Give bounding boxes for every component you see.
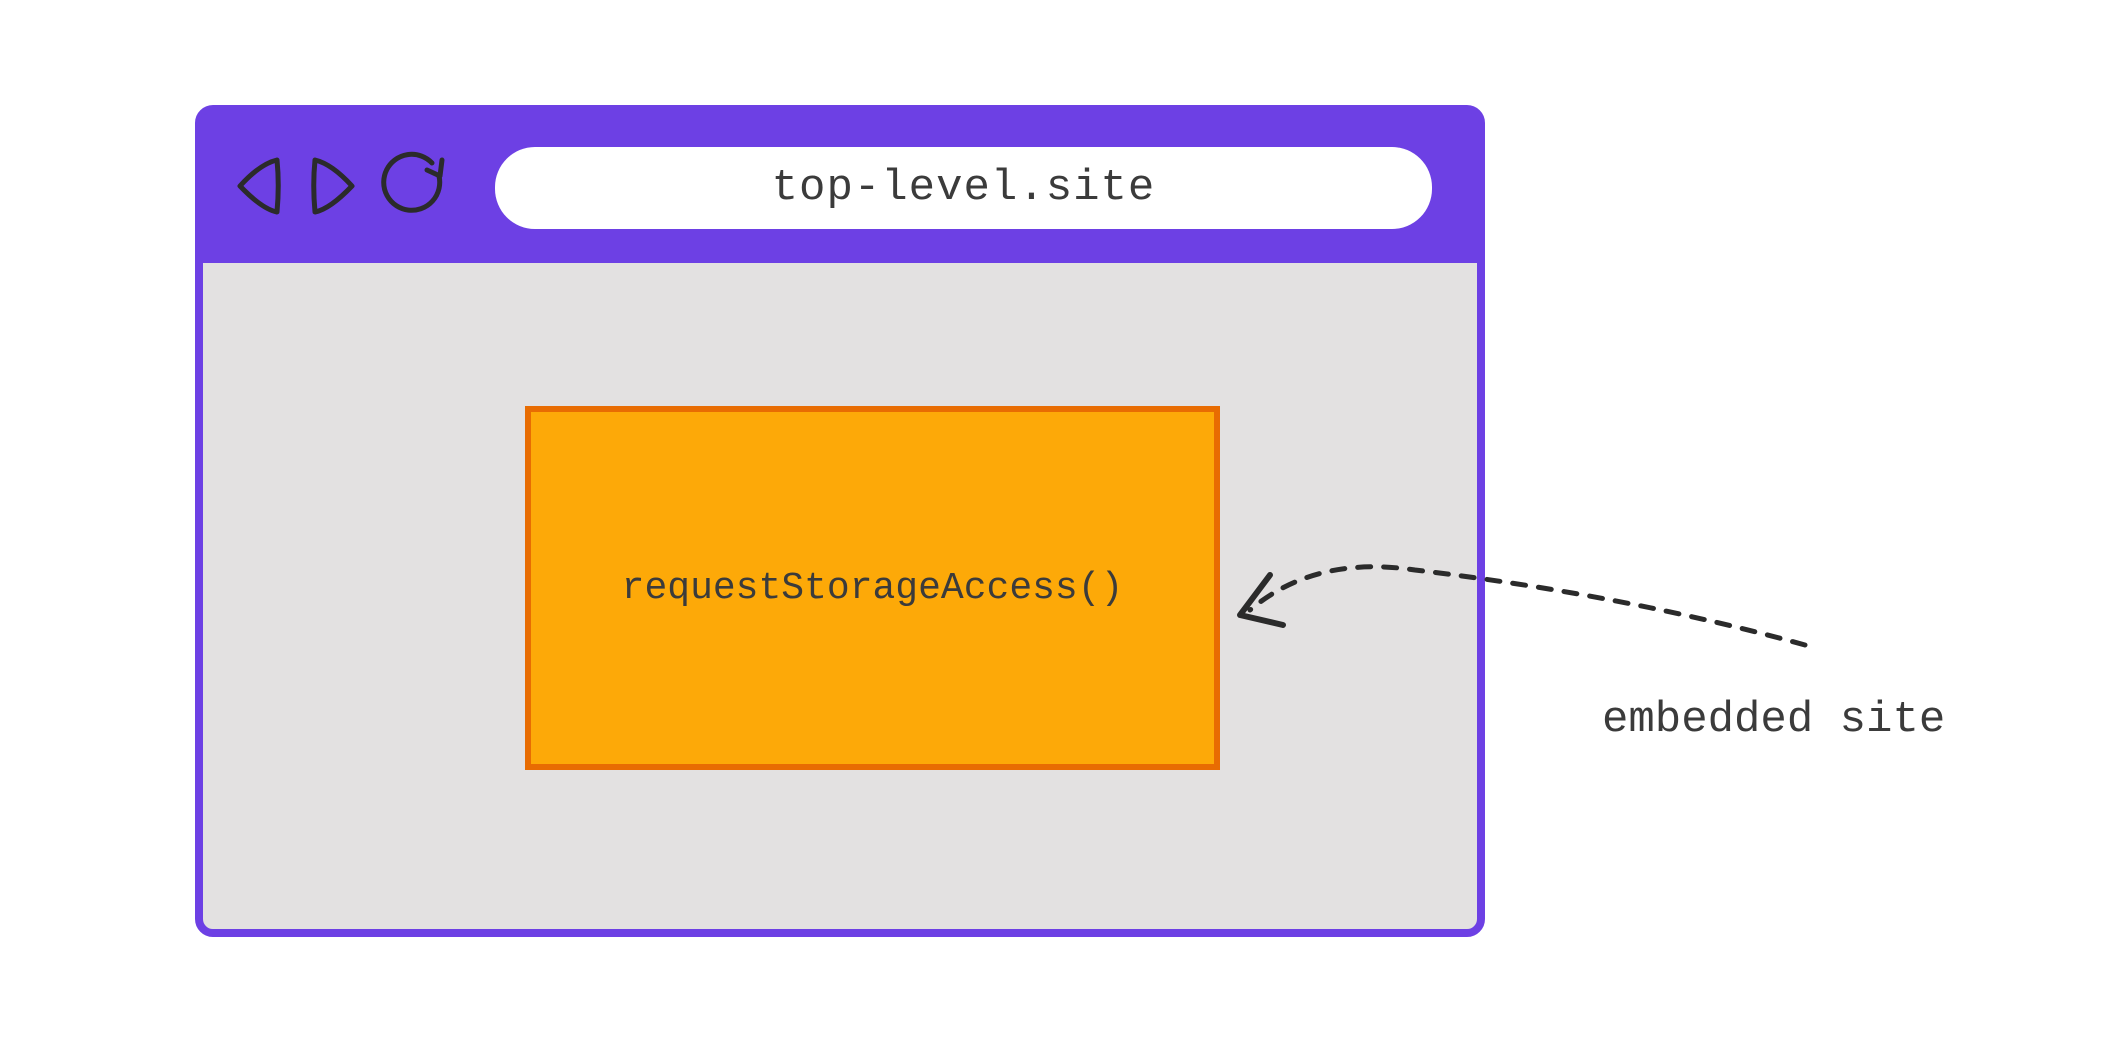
embedded-site-frame: requestStorageAccess() <box>525 406 1220 770</box>
refresh-icon <box>377 151 449 226</box>
annotation-label: embedded site <box>1602 695 1945 745</box>
nav-icons-group <box>233 151 449 226</box>
browser-toolbar: top-level.site <box>203 113 1477 263</box>
address-url: top-level.site <box>772 163 1156 213</box>
annotation-arrow <box>1225 530 1845 660</box>
browser-window: top-level.site requestStorageAccess() <box>195 105 1485 937</box>
back-icon <box>233 154 287 223</box>
embedded-api-call: requestStorageAccess() <box>622 567 1124 610</box>
forward-icon <box>305 154 359 223</box>
address-bar[interactable]: top-level.site <box>495 147 1432 229</box>
